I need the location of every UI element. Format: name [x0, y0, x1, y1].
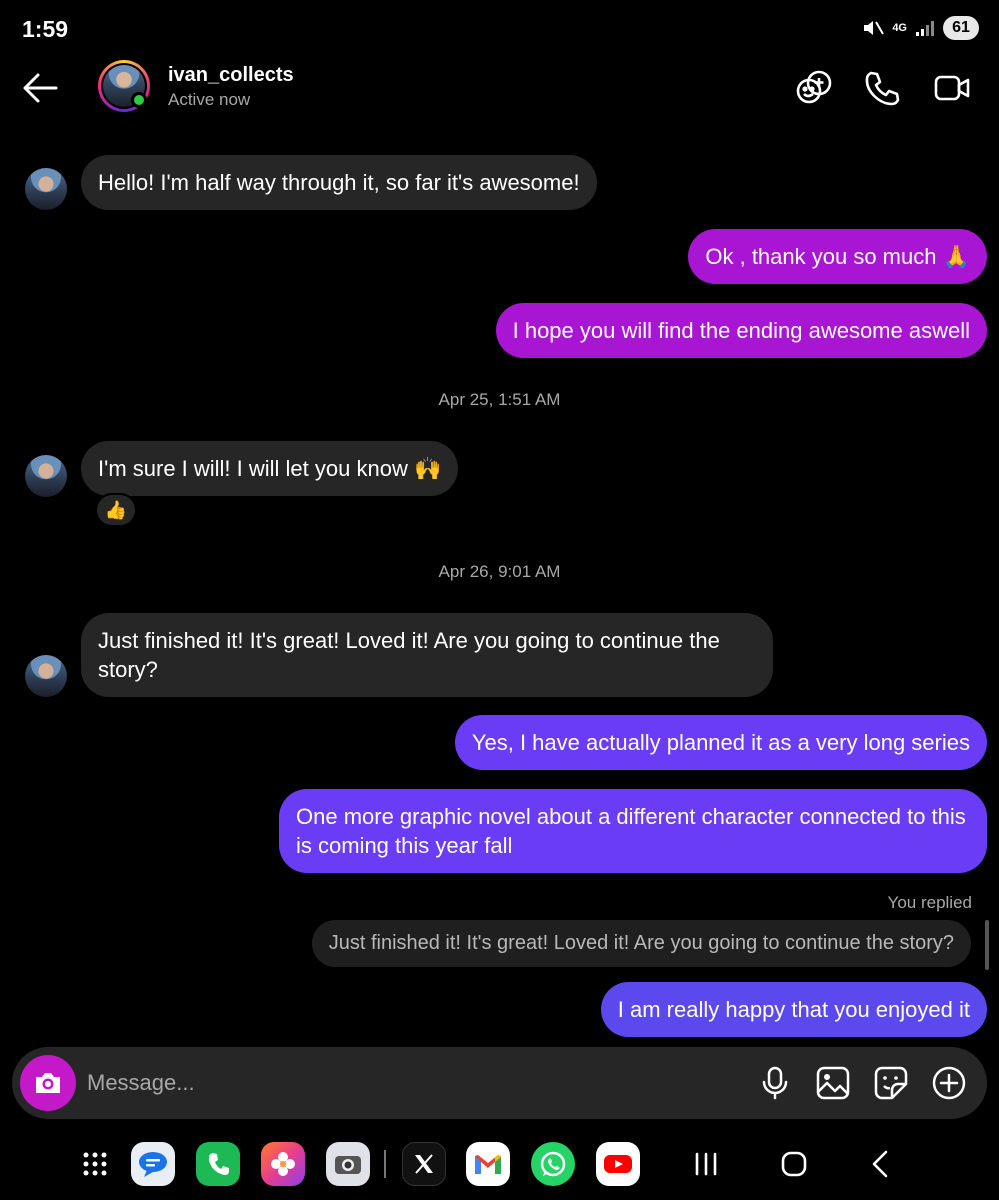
reply-quote[interactable]: Just finished it! It's great! Loved it! … [311, 920, 971, 967]
sticker-icon[interactable] [872, 1064, 910, 1102]
scrollbar[interactable] [985, 920, 989, 970]
outgoing-message[interactable]: I am really happy that you enjoyed it [600, 982, 987, 1037]
x-app-icon[interactable] [402, 1142, 446, 1186]
status-bar: 1:59 4G 61 [0, 0, 999, 60]
incoming-message[interactable]: I'm sure I will! I will let you know 🙌 [81, 441, 459, 496]
message-row: I hope you will find the ending awesome … [495, 303, 987, 358]
app-drawer-icon[interactable] [73, 1142, 117, 1186]
messages-app-icon[interactable] [131, 1142, 175, 1186]
message-row: I'm sure I will! I will let you know 🙌 [81, 441, 459, 496]
signal-icon [915, 19, 935, 37]
camera-app-icon[interactable] [326, 1142, 370, 1186]
microphone-icon[interactable] [756, 1064, 794, 1102]
network-label: 4G [892, 22, 907, 34]
replied-label: You replied [887, 893, 972, 912]
message-thread[interactable]: Hello! I'm half way through it, so far i… [0, 140, 999, 1040]
status-indicators: 4G 61 [862, 16, 979, 40]
message-input[interactable] [87, 1061, 727, 1105]
outgoing-message[interactable]: One more graphic novel about a different… [279, 789, 987, 873]
nav-divider [384, 1150, 386, 1178]
online-indicator [131, 92, 147, 108]
message-reaction[interactable]: 👍 [95, 493, 137, 527]
photos-app-icon[interactable] [261, 1142, 305, 1186]
gallery-icon[interactable] [814, 1064, 852, 1102]
phone-app-icon[interactable] [196, 1142, 240, 1186]
plus-icon[interactable] [930, 1064, 968, 1102]
status-time: 1:59 [22, 16, 69, 42]
sender-avatar[interactable] [25, 168, 67, 210]
battery-indicator: 61 [943, 16, 979, 40]
video-icon[interactable] [932, 68, 972, 108]
message-timestamp: Apr 25, 1:51 AM [438, 390, 561, 409]
youtube-app-icon[interactable] [596, 1142, 640, 1186]
contact-status: Active now [168, 90, 251, 109]
mute-icon [862, 18, 885, 38]
message-row: Yes, I have actually planned it as a ver… [454, 715, 987, 770]
message-row: Just finished it! It's great! Loved it! … [81, 613, 773, 697]
sender-avatar[interactable] [25, 655, 67, 697]
whatsapp-app-icon[interactable] [531, 1142, 575, 1186]
home-icon[interactable] [776, 1148, 812, 1180]
back-icon[interactable] [864, 1148, 900, 1180]
recents-icon[interactable] [688, 1148, 724, 1180]
message-row: I am really happy that you enjoyed it [600, 982, 987, 1037]
message-row: Ok , thank you so much 🙏 [688, 229, 987, 284]
outgoing-message[interactable]: Yes, I have actually planned it as a ver… [454, 715, 987, 770]
chat-header: ivan_collects Active now [0, 60, 999, 120]
phone-icon[interactable] [862, 68, 902, 108]
message-row: One more graphic novel about a different… [279, 789, 987, 873]
sender-avatar[interactable] [25, 455, 67, 497]
outgoing-message[interactable]: I hope you will find the ending awesome … [495, 303, 987, 358]
system-nav-bar [0, 1130, 999, 1200]
incoming-message[interactable]: Just finished it! It's great! Loved it! … [81, 613, 773, 697]
back-arrow-icon[interactable] [20, 70, 60, 106]
message-timestamp: Apr 26, 9:01 AM [438, 562, 561, 581]
incoming-message[interactable]: Hello! I'm half way through it, so far i… [81, 155, 597, 210]
gmail-app-icon[interactable] [466, 1142, 510, 1186]
contact-name[interactable]: ivan_collects [168, 64, 294, 87]
message-composer [12, 1047, 987, 1119]
outgoing-message[interactable]: Ok , thank you so much 🙏 [688, 229, 987, 284]
camera-icon[interactable] [20, 1055, 76, 1111]
message-row: Hello! I'm half way through it, so far i… [81, 155, 597, 210]
add-people-icon[interactable] [794, 68, 834, 108]
